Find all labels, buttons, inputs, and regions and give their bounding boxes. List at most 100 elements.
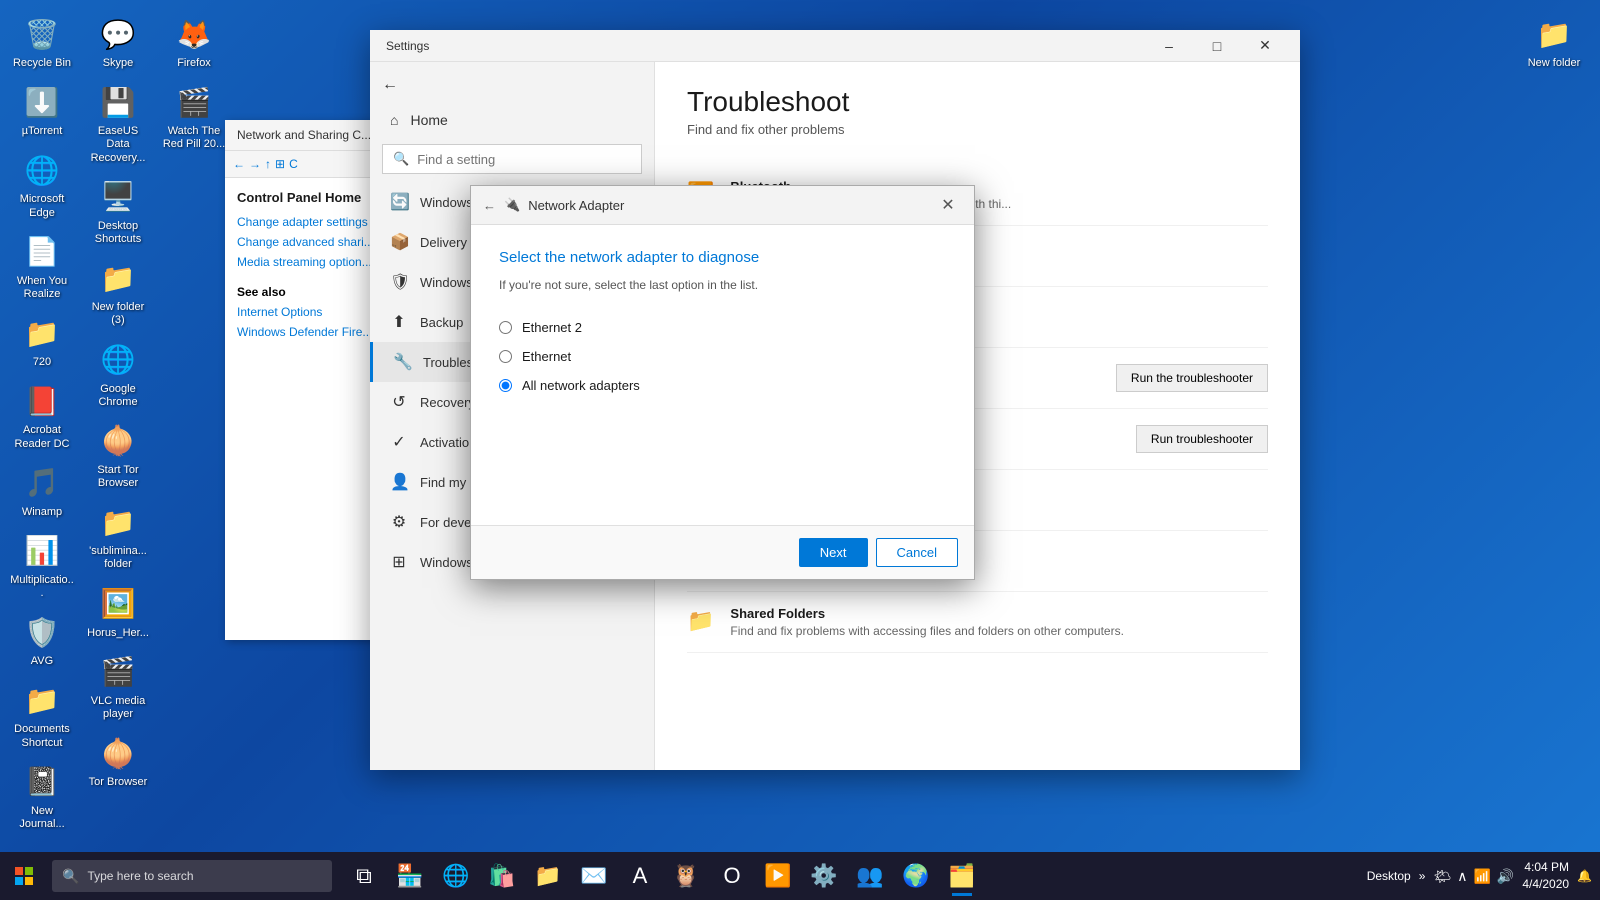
developers-icon: ⚙ [390,512,408,532]
all-adapters-radio[interactable] [499,379,512,392]
desktop-icon-winamp[interactable]: 🎵 Winamp [6,459,78,523]
nav-back-icon[interactable]: ← [233,157,245,171]
new-folder3-icon: 📁 [98,258,138,298]
skype-icon: 💬 [98,14,138,54]
taskbar-task-view[interactable]: ⧉ [342,854,386,898]
desktop-icon-when-you-realize[interactable]: 📄 When You Realize [6,228,78,305]
multiplication-label: Multiplicatio... [10,574,74,600]
taskbar-media[interactable]: ▶️ [756,854,800,898]
desktop-icon-start-tor[interactable]: 🧅 Start Tor Browser [82,417,154,494]
nav-grid-icon[interactable]: ⊞ [275,157,285,171]
settings-window-title: Settings [386,39,429,53]
taskbar-file-explorer[interactable]: 🗂️ [940,854,984,898]
desktop-icon-new-journal[interactable]: 📓 New Journal... [6,758,78,835]
taskbar-explorer[interactable]: 📁 [526,854,570,898]
taskbar-search-box[interactable]: 🔍 Type here to search [52,860,332,892]
acrobat-icon: 📕 [22,381,62,421]
tray-expand-icon[interactable]: ∧ [1457,868,1467,885]
taskbar-settings[interactable]: ⚙️ [802,854,846,898]
utorrent-label: µTorrent [22,125,63,138]
utorrent-icon: ⬇️ [22,82,62,122]
troubleshoot-nav-icon: 🔧 [393,352,411,372]
desktop-icon-watch-red-pill[interactable]: 🎬 Watch The Red Pill 20... [158,78,230,155]
desktop-icon-avg[interactable]: 🛡️ AVG [6,608,78,672]
back-arrow-icon[interactable]: ← [382,76,398,94]
printer-run-button[interactable]: Run troubleshooter [1136,425,1268,453]
desktop-icon-tor[interactable]: 🧅 Tor Browser [82,729,154,793]
radio-option-ethernet[interactable]: Ethernet [499,349,946,364]
taskbar-browser2[interactable]: 🌍 [894,854,938,898]
desktop-icon-sublimina[interactable]: 📁 'sublimina... folder [82,498,154,575]
close-button[interactable]: ✕ [1242,30,1288,62]
desktop-icon-google-chrome[interactable]: 🌐 Google Chrome [82,336,154,413]
dialog-title-area: ← 🔌 Network Adapter [483,197,624,213]
avg-icon: 🛡️ [22,612,62,652]
desktop-icon-utorrent[interactable]: ⬇️ µTorrent [6,78,78,142]
desktop-icon-firefox[interactable]: 🦊 Firefox [158,10,230,74]
taskbar-store[interactable]: 🏪 [388,854,432,898]
desktop-icon-recycle-bin[interactable]: 🗑️ Recycle Bin [6,10,78,74]
taskbar-tripadvisor[interactable]: 🦉 [664,854,708,898]
recovery-label: Recovery [420,395,475,410]
desktop-icon-new-folder3[interactable]: 📁 New folder (3) [82,254,154,331]
notification-icon[interactable]: 🔔 [1577,869,1592,883]
taskbar-search-placeholder: Type here to search [87,869,193,883]
start-button[interactable] [0,852,48,900]
easeus-label: EaseUS Data Recovery... [86,125,150,165]
settings-home-nav[interactable]: ⌂ Home [370,104,654,136]
radio-option-ethernet2[interactable]: Ethernet 2 [499,320,946,335]
desktop-icon-vlc[interactable]: 🎬 VLC media player [82,648,154,725]
taskbar-amazon[interactable]: A [618,854,662,898]
taskbar-mail[interactable]: ✉️ [572,854,616,898]
dialog-back-icon[interactable]: ← [483,198,496,213]
taskbar-teams[interactable]: 👥 [848,854,892,898]
weather-icon[interactable]: 🌤 [1433,868,1451,885]
home-label: Home [410,112,447,128]
minimize-button[interactable]: ‒ [1146,30,1192,62]
all-adapters-label[interactable]: All network adapters [522,378,640,393]
next-button[interactable]: Next [799,538,868,567]
ethernet2-label[interactable]: Ethernet 2 [522,320,582,335]
windows-insider-icon: ⊞ [390,552,408,572]
edge-icon: 🌐 [22,150,62,190]
search-icon: 🔍 [393,151,409,167]
desktop-icon-easeus[interactable]: 💾 EaseUS Data Recovery... [82,78,154,169]
settings-search-input[interactable] [417,152,631,167]
network-panel-title: Network and Sharing C... [237,128,371,142]
nav-up-icon[interactable]: ↑ [265,157,271,171]
cancel-button[interactable]: Cancel [876,538,958,567]
desktop-shortcuts-icon: 🖥️ [98,177,138,217]
desktop-icon-desktop-shortcuts[interactable]: 🖥️ Desktop Shortcuts [82,173,154,250]
desktop-icon-skype[interactable]: 💬 Skype [82,10,154,74]
taskbar-edge[interactable]: 🌐 [434,854,478,898]
nav-refresh-icon[interactable]: C [289,157,298,171]
desktop-icon-edge[interactable]: 🌐 Microsoft Edge [6,146,78,223]
desktop-icon-horus[interactable]: 🖼️ Horus_Her... [82,580,154,644]
new-folder-right-icon-area[interactable]: 📁 New folder [1518,10,1590,74]
horus-label: Horus_Her... [87,627,149,640]
maximize-button[interactable]: □ [1194,30,1240,62]
taskbar-apps-store[interactable]: 🛍️ [480,854,524,898]
nav-forward-icon[interactable]: → [249,157,261,171]
ethernet-label[interactable]: Ethernet [522,349,571,364]
ethernet2-radio[interactable] [499,321,512,334]
taskbar-clock[interactable]: 4:04 PM 4/4/2020 [1522,859,1569,893]
ethernet-radio[interactable] [499,350,512,363]
google-chrome-icon: 🌐 [98,340,138,380]
documents-shortcut-icon: 📁 [22,680,62,720]
desktop-icon-acrobat[interactable]: 📕 Acrobat Reader DC [6,377,78,454]
shared-folders-name: Shared Folders [730,606,1124,621]
settings-search-box[interactable]: 🔍 [382,144,642,174]
dialog-footer: Next Cancel [471,525,974,579]
desktop-icon-documents-shortcut[interactable]: 📁 Documents Shortcut [6,676,78,753]
dialog-close-button[interactable]: ✕ [934,194,962,216]
taskbar-opera[interactable]: O [710,854,754,898]
radio-option-all-adapters[interactable]: All network adapters [499,378,946,393]
network-tray-icon[interactable]: 📶 [1473,868,1490,885]
window-controls: ‒ □ ✕ [1146,30,1288,62]
volume-tray-icon[interactable]: 🔊 [1497,868,1514,885]
desktop-icon-720[interactable]: 📁 720 [6,309,78,373]
desktop-icon-multiplication[interactable]: 📊 Multiplicatio... [6,527,78,604]
network-adapters-run-button[interactable]: Run the troubleshooter [1116,364,1268,392]
desktop-icon-new-folder-right[interactable]: 📁 New folder [1518,10,1590,74]
